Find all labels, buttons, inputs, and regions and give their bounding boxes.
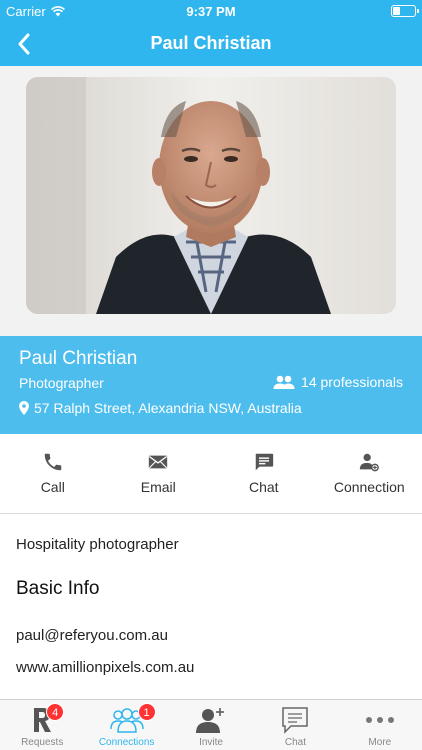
tab-connections[interactable]: 1 Connections xyxy=(84,700,168,750)
location-pin-icon xyxy=(19,401,29,415)
photo-area xyxy=(0,66,422,336)
add-connection-icon xyxy=(360,453,380,472)
tab-more[interactable]: More xyxy=(338,700,422,750)
call-label: Call xyxy=(40,479,65,495)
tab-more-label: More xyxy=(368,737,392,748)
contact-actions: Call Email Chat Connection xyxy=(0,441,422,511)
tab-chat[interactable]: Chat xyxy=(253,700,337,750)
more-dots-icon xyxy=(365,717,394,723)
email-address-link[interactable]: paul@referyou.com.au xyxy=(16,627,168,644)
connections-badge: 1 xyxy=(137,703,156,721)
requests-badge: 4 xyxy=(46,703,65,721)
address-label: 57 Ralph Street, Alexandria NSW, Austral… xyxy=(34,400,302,416)
profile-info-band: Paul Christian Photographer 14 professio… xyxy=(0,336,422,434)
tab-bar: 4 Requests 1 Connections Invite Chat Mor… xyxy=(0,699,422,750)
envelope-icon xyxy=(149,455,168,469)
connection-label: Connection xyxy=(333,479,405,495)
chat-label: Chat xyxy=(248,479,279,495)
tab-invite-label: Invite xyxy=(199,737,223,748)
invite-user-icon xyxy=(196,708,225,733)
chat-icon xyxy=(282,707,309,734)
section-divider xyxy=(0,513,422,514)
email-label: Email xyxy=(140,479,176,495)
profile-address[interactable]: 57 Ralph Street, Alexandria NSW, Austral… xyxy=(19,400,302,416)
tab-requests[interactable]: 4 Requests xyxy=(0,700,84,750)
professionals-label: 14 professionals xyxy=(301,374,403,390)
profile-bio: Hospitality photographer xyxy=(16,536,179,553)
website-link[interactable]: www.amillionpixels.com.au xyxy=(16,659,194,676)
tab-requests-label: Requests xyxy=(21,737,64,748)
battery-icon xyxy=(391,5,419,17)
basic-info-heading: Basic Info xyxy=(16,578,100,599)
call-button[interactable]: Call xyxy=(0,441,106,511)
tab-invite[interactable]: Invite xyxy=(169,700,253,750)
page-title: Paul Christian xyxy=(150,33,272,53)
phone-icon xyxy=(44,453,61,471)
tab-connections-label: Connections xyxy=(98,737,155,748)
navigation-bar: Paul Christian xyxy=(0,22,422,66)
clock: 9:37 PM xyxy=(186,4,236,19)
profile-name: Paul Christian xyxy=(19,348,138,369)
chat-button[interactable]: Chat xyxy=(211,441,317,511)
email-button[interactable]: Email xyxy=(106,441,212,511)
status-bar: Carrier 9:37 PM xyxy=(0,0,422,22)
connection-button[interactable]: Connection xyxy=(317,441,422,511)
chat-bubble-icon xyxy=(255,453,273,471)
profile-profession: Photographer xyxy=(19,375,104,391)
people-icon xyxy=(273,375,295,389)
profile-photo xyxy=(26,77,396,314)
professionals-count[interactable]: 14 professionals xyxy=(273,374,403,390)
tab-chat-label: Chat xyxy=(284,737,306,748)
